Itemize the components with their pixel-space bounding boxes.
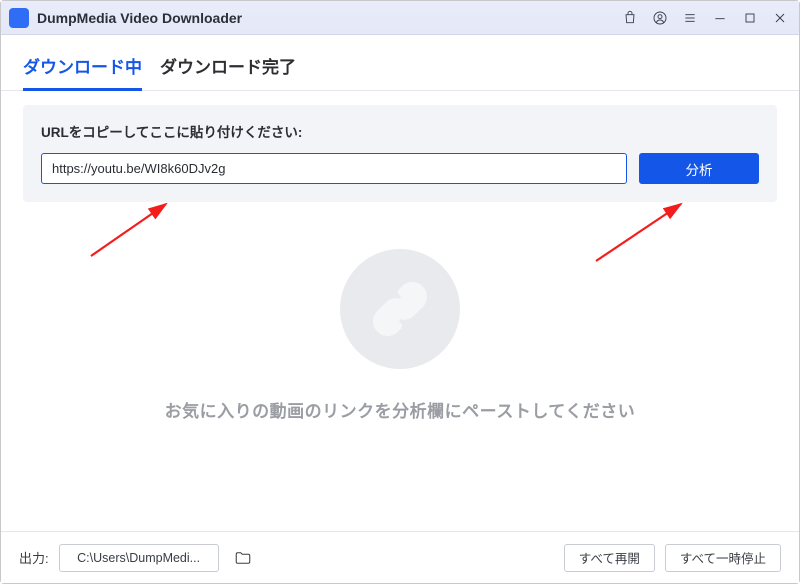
pause-all-button[interactable]: すべて一時停止 [665, 544, 781, 572]
title-bar: DumpMedia Video Downloader [1, 1, 799, 35]
url-panel: URLをコピーしてここに貼り付けください: 分析 [23, 105, 777, 202]
tab-downloading[interactable]: ダウンロード中 [23, 53, 142, 91]
link-icon [340, 249, 460, 369]
minimize-icon[interactable] [711, 9, 729, 27]
footer: 出力: C:\Users\DumpMedi... すべて再開 すべて一時停止 [1, 531, 799, 583]
app-title: DumpMedia Video Downloader [37, 10, 242, 26]
tabs: ダウンロード中 ダウンロード完了 [1, 35, 799, 91]
store-icon[interactable] [621, 9, 639, 27]
account-icon[interactable] [651, 9, 669, 27]
open-folder-icon[interactable] [229, 546, 257, 570]
menu-icon[interactable] [681, 9, 699, 27]
tab-downloaded[interactable]: ダウンロード完了 [160, 53, 296, 90]
analyze-button[interactable]: 分析 [639, 153, 759, 184]
output-label: 出力: [19, 548, 49, 567]
output-path[interactable]: C:\Users\DumpMedi... [59, 544, 219, 572]
url-input[interactable] [41, 153, 627, 184]
close-icon[interactable] [771, 9, 789, 27]
maximize-icon[interactable] [741, 9, 759, 27]
url-label: URLをコピーしてここに貼り付けください: [41, 121, 759, 141]
empty-message: お気に入りの動画のリンクを分析欄にペーストしてください [165, 397, 636, 422]
empty-state: お気に入りの動画のリンクを分析欄にペーストしてください [1, 249, 799, 422]
app-logo-icon [9, 8, 29, 28]
resume-all-button[interactable]: すべて再開 [564, 544, 655, 572]
